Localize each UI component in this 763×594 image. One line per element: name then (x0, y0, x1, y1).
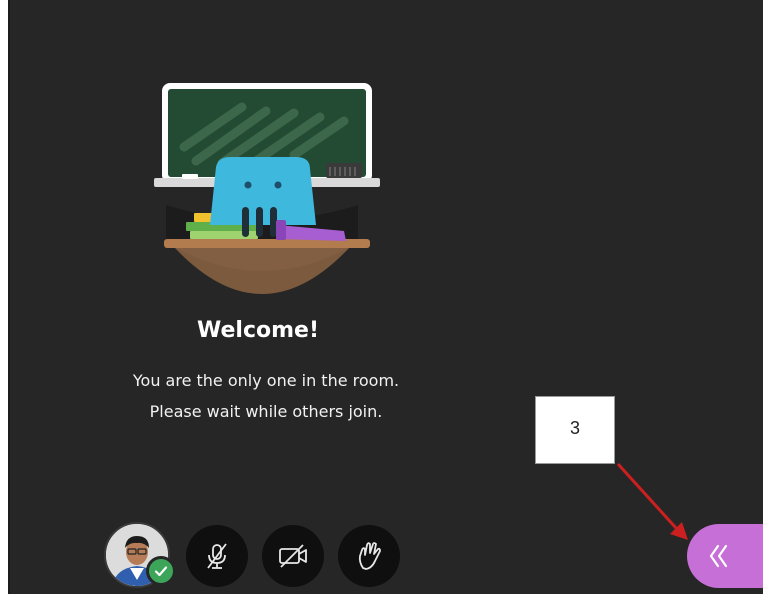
annotation-number-box: 3 (535, 396, 615, 464)
open-collaborate-panel-button[interactable] (687, 524, 763, 588)
microphone-off-icon (207, 543, 227, 569)
welcome-title: Welcome! (197, 318, 319, 343)
welcome-message-line-2: Please wait while others join. (149, 402, 383, 421)
raise-hand-icon (358, 542, 381, 570)
double-chevron-left-icon (709, 544, 728, 568)
welcome-message-line-1: You are the only one in the room. (132, 371, 400, 390)
microphone-toggle-button[interactable] (186, 525, 248, 587)
annotation-arrow (616, 462, 688, 540)
online-status-check-icon (146, 556, 176, 586)
raise-hand-button[interactable] (338, 525, 400, 587)
camera-toggle-button[interactable] (262, 525, 324, 587)
classroom-illustration (154, 83, 380, 294)
camera-off-icon (279, 544, 307, 568)
